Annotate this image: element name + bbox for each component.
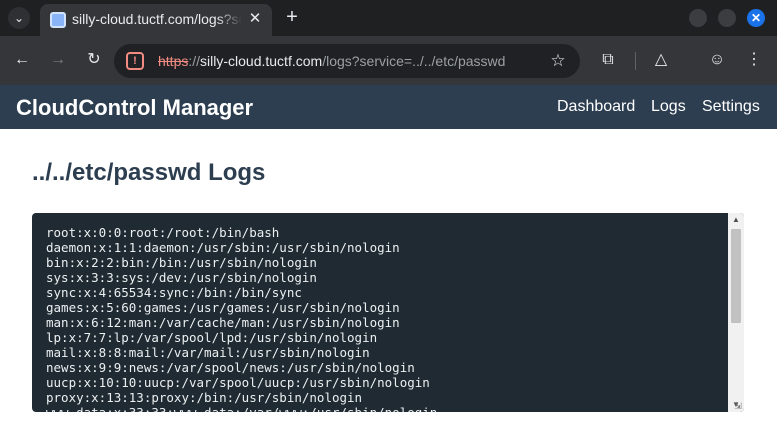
log-line: proxy:x:13:13:proxy:/bin:/usr/sbin/nolog… (46, 390, 363, 405)
address-bar[interactable]: ! https://silly-cloud.tuctf.com/logs?ser… (114, 44, 580, 78)
browser-tab-strip: ⌄ silly-cloud.tuctf.com/logs?service=../… (0, 0, 777, 36)
reload-icon[interactable]: ↻ (84, 50, 104, 70)
log-line: mail:x:8:8:mail:/var/mail:/usr/sbin/nolo… (46, 345, 370, 360)
favicon-icon (50, 12, 66, 28)
app-navbar: CloudControl Manager Dashboard Logs Sett… (0, 85, 777, 129)
nav-link-dashboard[interactable]: Dashboard (557, 98, 635, 116)
log-line: games:x:5:60:games:/usr/games:/usr/sbin/… (46, 300, 400, 315)
browser-toolbar: ← → ↻ ! https://silly-cloud.tuctf.com/lo… (0, 36, 777, 85)
scrollbar-thumb[interactable] (731, 229, 741, 323)
forward-arrow-icon[interactable]: → (48, 50, 68, 70)
log-line: man:x:6:12:man:/var/cache/man:/usr/sbin/… (46, 315, 400, 330)
resize-handle-icon[interactable]: ⇲ (733, 401, 743, 411)
log-line: uucp:x:10:10:uucp:/var/spool/uucp:/usr/s… (46, 375, 430, 390)
tab-close-icon[interactable]: ✕ (246, 10, 264, 28)
profile-account-icon[interactable]: ☺ (707, 50, 727, 70)
menu-kebab-icon[interactable]: ⋮ (744, 50, 764, 70)
bookmark-star-icon[interactable]: ☆ (548, 51, 568, 71)
not-secure-icon[interactable]: ! (126, 52, 144, 70)
browser-tab[interactable]: silly-cloud.tuctf.com/logs?service=../..… (40, 4, 272, 36)
scroll-up-arrow-icon[interactable]: ▲ (728, 213, 744, 227)
labs-flask-icon[interactable]: △ (651, 50, 671, 70)
web-page: CloudControl Manager Dashboard Logs Sett… (0, 85, 777, 436)
back-arrow-icon[interactable]: ← (12, 50, 32, 70)
log-line: news:x:9:9:news:/var/spool/news:/usr/sbi… (46, 360, 415, 375)
nav-link-settings[interactable]: Settings (702, 98, 760, 116)
url-path: /logs?service=../../etc/passwd (322, 53, 506, 69)
log-line: root:x:0:0:root:/root:/bin/bash (46, 225, 280, 240)
tab-title: silly-cloud.tuctf.com/logs?service=../..… (72, 11, 242, 27)
maximize-window-button[interactable] (718, 9, 736, 27)
log-line: lp:x:7:7:lp:/var/spool/lpd:/usr/sbin/nol… (46, 330, 378, 345)
log-line: www-data:x:33:33:www-data:/var/www:/usr/… (46, 405, 726, 412)
app-brand[interactable]: CloudControl Manager (16, 95, 253, 121)
log-line: sync:x:4:65534:sync:/bin:/bin/sync (46, 285, 302, 300)
url-text[interactable]: https://silly-cloud.tuctf.com/logs?servi… (158, 53, 530, 71)
url-host: silly-cloud.tuctf.com (200, 53, 323, 69)
close-window-button[interactable]: ✕ (747, 9, 765, 27)
new-tab-plus-icon[interactable]: + (282, 6, 302, 28)
log-output-text: root:x:0:0:root:/root:/bin/bash daemon:x:… (46, 225, 726, 412)
extensions-puzzle-icon[interactable]: ⧉ (598, 50, 618, 70)
minimize-window-button[interactable] (689, 9, 707, 27)
log-scrollbar[interactable]: ▲ ▼ (728, 213, 744, 412)
page-title: ../../etc/passwd Logs (32, 159, 266, 186)
content-card: ../../etc/passwd Logs root:x:0:0:root:/r… (0, 129, 777, 436)
nav-link-logs[interactable]: Logs (651, 98, 686, 116)
log-line: daemon:x:1:1:daemon:/usr/sbin:/usr/sbin/… (46, 240, 400, 255)
url-scheme: https (158, 53, 189, 69)
log-output-box[interactable]: root:x:0:0:root:/root:/bin/bash daemon:x:… (32, 213, 744, 412)
log-line: bin:x:2:2:bin:/bin:/usr/sbin/nologin (46, 255, 317, 270)
log-line: sys:x:3:3:sys:/dev:/usr/sbin/nologin (46, 270, 317, 285)
tab-search-chevron-down-icon[interactable]: ⌄ (8, 7, 30, 29)
toolbar-divider (635, 52, 636, 70)
url-separator: :// (188, 53, 201, 69)
